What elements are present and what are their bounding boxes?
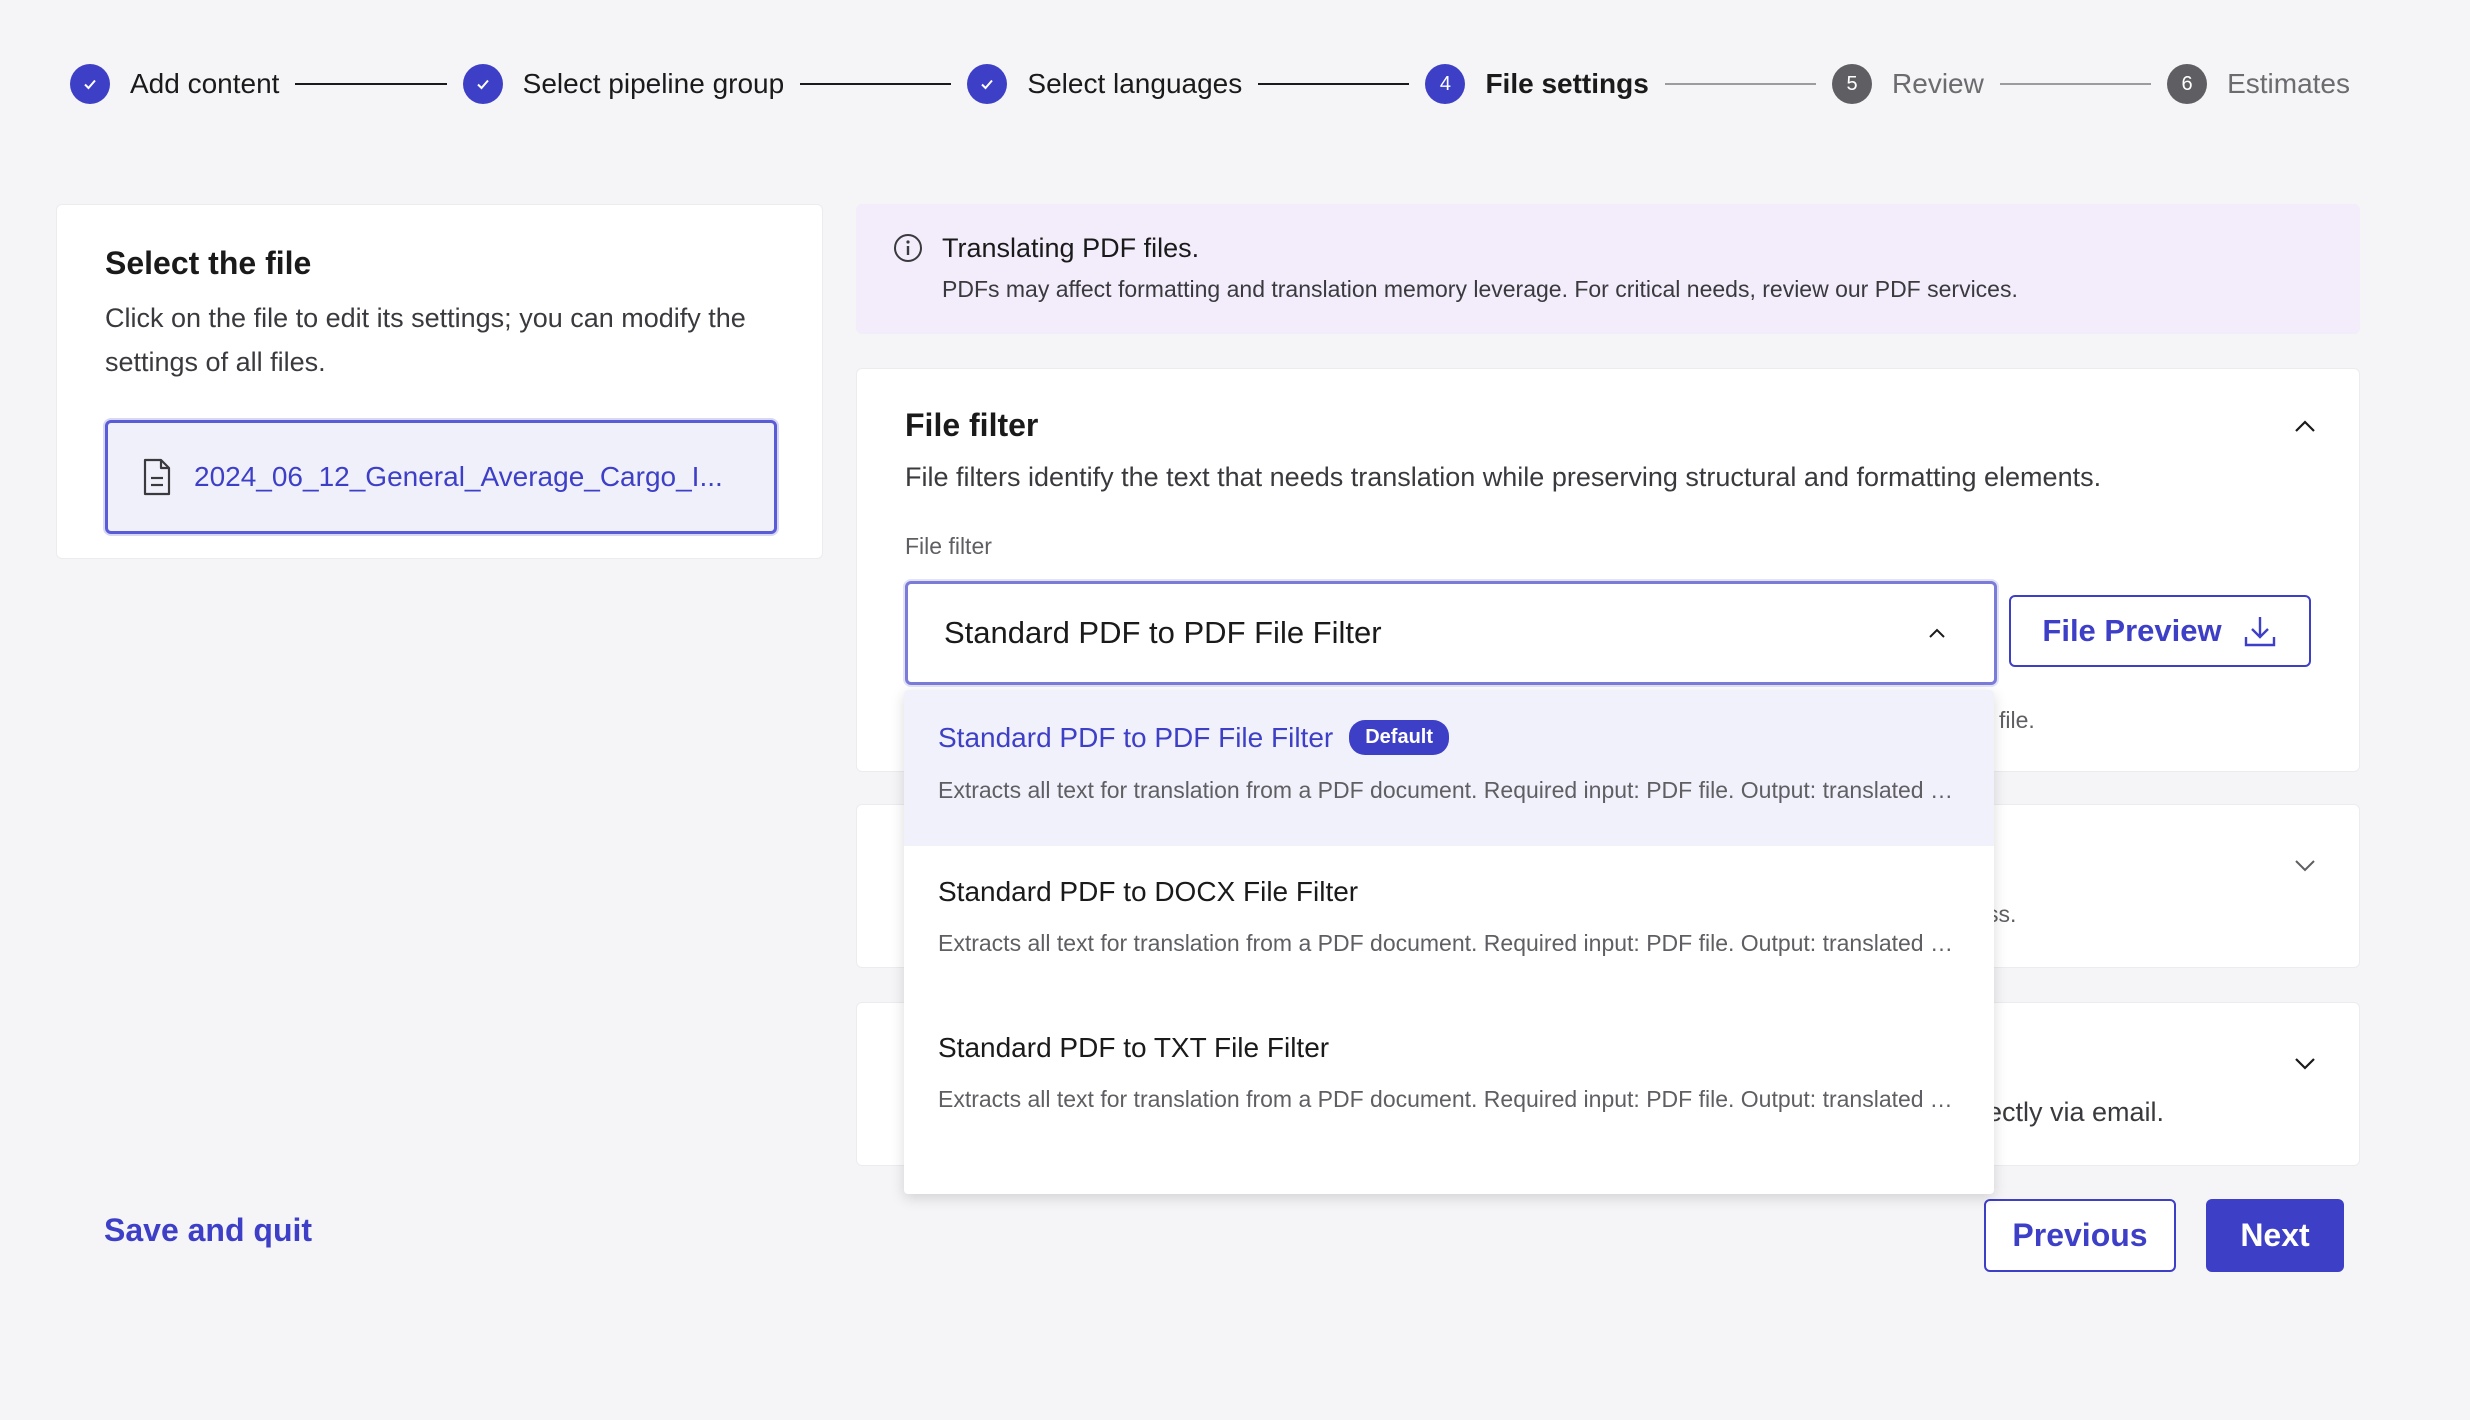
step-select-pipeline-group[interactable]: Select pipeline group <box>462 64 785 104</box>
option-title: Standard PDF to TXT File Filter <box>938 1032 1330 1063</box>
pdf-info-banner: Translating PDF files. PDFs may affect f… <box>856 204 2360 334</box>
step-connector <box>800 83 952 85</box>
next-button[interactable]: Next <box>2206 1199 2344 1272</box>
step-label: Review <box>1892 68 1984 99</box>
file-select-card: Select the file Click on the file to edi… <box>56 204 823 559</box>
previous-button[interactable]: Previous <box>1984 1199 2176 1272</box>
info-title: Translating PDF files. <box>942 232 1200 263</box>
check-icon <box>70 64 110 104</box>
chevron-down-icon <box>2295 860 2315 872</box>
file-filter-title: File filter <box>905 407 1039 443</box>
step-connector <box>1999 83 2152 85</box>
file-filter-label: File filter <box>905 533 992 559</box>
download-icon <box>2244 617 2275 647</box>
panel-3-text: ectly via email. <box>1987 1097 2165 1127</box>
file-filter-helper-text: file. <box>1999 707 2035 733</box>
check-icon <box>462 64 503 104</box>
step-estimates: 6 Estimates <box>2167 64 2350 104</box>
info-icon <box>894 234 922 262</box>
file-select-title: Select the file <box>105 245 312 281</box>
step-label: File settings <box>1485 68 1649 99</box>
default-badge: Default <box>1349 720 1450 755</box>
step-file-settings[interactable]: 4 File settings <box>1425 64 1649 104</box>
file-filter-select[interactable]: Standard PDF to PDF File Filter <box>905 581 1997 685</box>
file-select-description: Click on the file to edit its settings; … <box>105 303 746 377</box>
check-icon <box>967 64 1008 104</box>
file-preview-button[interactable]: File Preview <box>2009 595 2311 667</box>
file-name: 2024_06_12_General_Average_Cargo_I... <box>194 461 723 492</box>
step-add-content[interactable]: Add content <box>70 64 279 104</box>
chevron-up-icon <box>1929 628 1945 638</box>
step-number: 5 <box>1832 64 1873 104</box>
option-title: Standard PDF to DOCX File Filter <box>938 876 1359 907</box>
step-connector <box>1664 83 1817 85</box>
step-review: 5 Review <box>1832 64 1984 104</box>
info-text: PDFs may affect formatting and translati… <box>942 276 2018 302</box>
step-number: 6 <box>2167 64 2208 104</box>
file-filter-selected-value: Standard PDF to PDF File Filter <box>944 615 1382 650</box>
file-preview-label: File Preview <box>2042 613 2222 648</box>
step-label: Select pipeline group <box>522 68 785 99</box>
file-filter-description: File filters identify the text that need… <box>905 462 2102 492</box>
option-title: Standard PDF to PDF File Filter <box>938 721 1334 753</box>
chevron-up-icon <box>2295 420 2315 432</box>
dropdown-option-pdf[interactable]: Standard PDF to PDF File Filter Default … <box>904 690 1994 846</box>
save-and-quit-link[interactable]: Save and quit <box>104 1212 312 1249</box>
step-number: 4 <box>1425 64 1466 104</box>
option-description: Extracts all text for translation from a… <box>938 930 1958 956</box>
collapse-button[interactable] <box>2285 407 2325 447</box>
file-list-item[interactable]: 2024_06_12_General_Average_Cargo_I... <box>105 420 777 534</box>
chevron-down-icon <box>2295 1058 2315 1070</box>
dropdown-option-txt[interactable]: Standard PDF to TXT File Filter Extracts… <box>904 1002 1994 1158</box>
option-description: Extracts all text for translation from a… <box>938 777 1958 803</box>
step-label: Estimates <box>2227 68 2351 99</box>
document-icon <box>143 458 171 496</box>
step-connector <box>295 83 447 85</box>
option-description: Extracts all text for translation from a… <box>938 1086 1958 1112</box>
step-label: Select languages <box>1027 68 1243 99</box>
dropdown-option-docx[interactable]: Standard PDF to DOCX File Filter Extract… <box>904 846 1994 1002</box>
expand-button[interactable] <box>2285 845 2325 885</box>
step-connector <box>1258 83 1410 85</box>
expand-button[interactable] <box>2285 1043 2325 1083</box>
progress-stepper: Add content Select pipeline group Select… <box>70 60 2350 108</box>
file-filter-dropdown: Standard PDF to PDF File Filter Default … <box>904 690 1994 1194</box>
step-label: Add content <box>130 68 280 99</box>
step-select-languages[interactable]: Select languages <box>967 64 1242 104</box>
